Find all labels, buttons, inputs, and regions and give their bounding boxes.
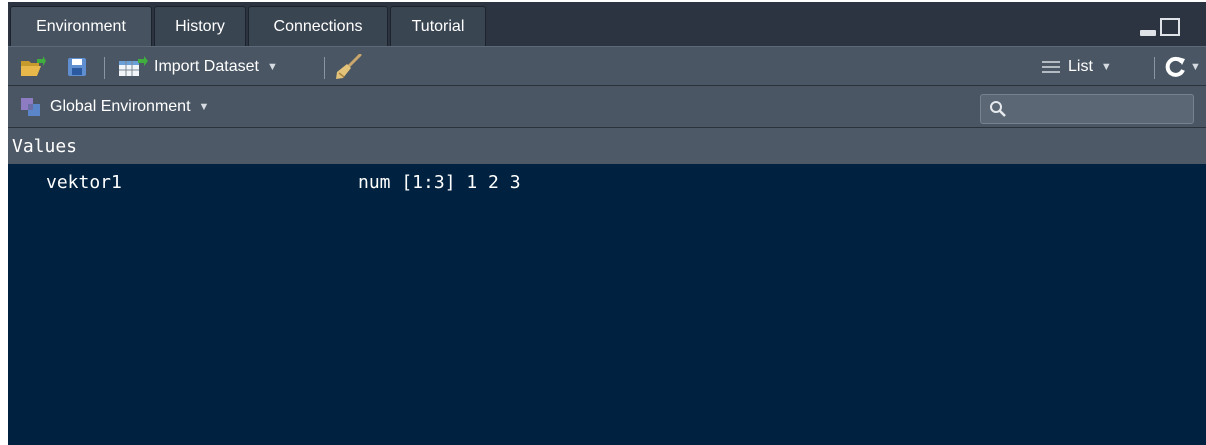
environment-pane: Environment History Connections Tutorial — [8, 2, 1206, 445]
broom-icon — [336, 54, 362, 79]
tab-environment[interactable]: Environment — [10, 6, 152, 46]
import-dataset-icon — [119, 56, 148, 76]
variable-value: num [1:3] 1 2 3 — [358, 172, 521, 193]
chevron-down-icon: ▼ — [266, 61, 278, 73]
save-icon — [68, 58, 86, 76]
tab-tutorial[interactable]: Tutorial — [390, 6, 486, 46]
import-dataset-label: Import Dataset — [154, 58, 259, 75]
table-row[interactable]: vektor1 num [1:3] 1 2 3 — [8, 168, 1206, 198]
clear-workspace-button[interactable] — [334, 47, 362, 87]
tab-history[interactable]: History — [154, 6, 246, 46]
pane-tab-bar: Environment History Connections Tutorial — [8, 2, 1206, 46]
search-icon — [990, 101, 1006, 117]
view-mode-list-button[interactable]: List ▼ — [1042, 47, 1112, 87]
chevron-down-icon: ▼ — [1100, 61, 1112, 73]
maximize-pane-icon[interactable] — [1160, 18, 1180, 36]
environment-selector[interactable]: Global Environment ▼ — [20, 86, 209, 128]
section-title: Values — [12, 135, 78, 157]
search-input[interactable] — [980, 94, 1194, 124]
import-dataset-button[interactable]: Import Dataset ▼ — [118, 47, 278, 87]
minimize-pane-icon[interactable] — [1140, 30, 1156, 36]
refresh-icon — [1165, 56, 1185, 77]
save-workspace-button[interactable] — [66, 47, 88, 87]
load-workspace-button[interactable] — [20, 47, 46, 87]
chevron-down-icon: ▼ — [1190, 61, 1201, 73]
tab-connections[interactable]: Connections — [248, 6, 388, 46]
environment-bar: Global Environment ▼ — [8, 86, 1206, 128]
view-mode-label: List — [1068, 58, 1093, 75]
folder-open-icon — [21, 56, 46, 76]
environment-label: Global Environment — [50, 98, 191, 115]
variable-name: vektor1 — [46, 172, 122, 193]
environment-toolbar: Import Dataset ▼ List ▼ ▼ — [8, 46, 1206, 86]
environment-icon — [21, 98, 40, 116]
refresh-button[interactable]: ▼ — [1164, 47, 1201, 87]
chevron-down-icon: ▼ — [198, 101, 210, 113]
values-section-header: Values — [8, 128, 1206, 164]
list-icon — [1042, 61, 1060, 73]
